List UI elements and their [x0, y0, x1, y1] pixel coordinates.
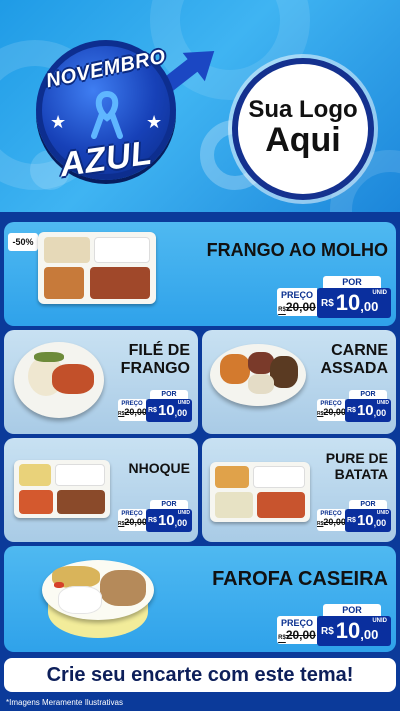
- price-decimal: ,00: [360, 298, 379, 314]
- currency: R$: [347, 407, 356, 414]
- old-price-value: R$20,00: [317, 407, 346, 417]
- product-title: NHOQUE: [128, 460, 190, 476]
- old-price: PREÇO R$20,00: [317, 399, 346, 421]
- price-decimal: ,00: [373, 407, 387, 418]
- price-integer: 10: [356, 512, 374, 529]
- price-por-label: POR: [323, 604, 381, 616]
- price-tag: POR PREÇO R$20,00 R$ 10 ,00 UNID: [317, 390, 391, 424]
- unit-label: UNID: [177, 400, 190, 406]
- product-title: CARNE ASSADA: [304, 342, 388, 379]
- unit-label: UNID: [372, 618, 387, 624]
- food-image-carne-assada: [210, 344, 306, 406]
- product-title: PURE DE BATATA: [306, 450, 388, 482]
- price-por-label: POR: [349, 390, 387, 399]
- novembro-azul-badge: ★ ★ NOVEMBRO AZUL: [36, 36, 226, 184]
- price-integer: 10: [335, 290, 361, 315]
- logo-line-1: Sua Logo: [248, 96, 358, 124]
- product-title-line-2: ASSADA: [320, 360, 388, 378]
- old-price-value: R$20,00: [118, 517, 147, 527]
- product-title-line-2: BATATA: [334, 466, 388, 483]
- food-image-pure-de-batata: [210, 462, 310, 522]
- product-title-line-1: PURE DE: [325, 450, 388, 466]
- old-price: PREÇO R$20,00: [277, 288, 317, 316]
- price-por-label: POR: [323, 276, 381, 288]
- new-price: R$ 10 ,00 UNID: [146, 509, 192, 532]
- logo-placeholder: Sua Logo Aqui: [232, 58, 374, 200]
- star-icon: ★: [146, 112, 163, 133]
- price-tag: POR PREÇO R$20,00 R$ 10 ,00 UNID: [277, 604, 391, 646]
- unit-label: UNID: [376, 510, 389, 516]
- cta-banner[interactable]: Crie seu encarte com este tema!: [4, 658, 396, 692]
- old-price: PREÇO R$20,00: [118, 509, 147, 531]
- old-price-label: PREÇO: [280, 290, 313, 300]
- discount-badge: -50%: [8, 233, 38, 251]
- disclaimer-text: *Imagens Meramente Ilustrativas: [6, 698, 123, 707]
- header-banner: ★ ★ NOVEMBRO AZUL Sua Logo Aqui: [0, 0, 400, 212]
- old-price-value: R$20,00: [278, 628, 316, 642]
- new-price: R$ 10 ,00 UNID: [317, 288, 391, 318]
- old-price-value: R$20,00: [278, 300, 316, 314]
- old-price: PREÇO R$20,00: [118, 399, 147, 421]
- star-icon: ★: [50, 112, 67, 133]
- old-price: PREÇO R$20,00: [317, 509, 346, 531]
- price-tag: POR PREÇO R$20,00 R$ 10 ,00 UNID: [277, 276, 391, 318]
- price-decimal: ,00: [174, 517, 188, 528]
- currency: R$: [148, 407, 157, 414]
- food-image-frango-ao-molho: [38, 232, 156, 304]
- price-integer: 10: [157, 512, 175, 529]
- price-por-label: POR: [150, 500, 188, 509]
- currency: R$: [321, 297, 334, 309]
- price-por-label: POR: [150, 390, 188, 399]
- price-decimal: ,00: [360, 626, 379, 642]
- product-title-line-2: FRANGO: [120, 360, 190, 378]
- price-por-label: POR: [349, 500, 387, 509]
- food-image-nhoque: [14, 460, 110, 518]
- new-price: R$ 10 ,00 UNID: [345, 509, 391, 532]
- price-integer: 10: [356, 402, 374, 419]
- price-decimal: ,00: [373, 517, 387, 528]
- new-price: R$ 10 ,00 UNID: [345, 399, 391, 422]
- old-price-label: PREÇO: [280, 618, 313, 628]
- unit-label: UNID: [177, 510, 190, 516]
- product-title: FILÉ DE FRANGO: [104, 342, 190, 379]
- unit-label: UNID: [376, 400, 389, 406]
- currency: R$: [321, 625, 334, 637]
- currency: R$: [148, 517, 157, 524]
- old-price-value: R$20,00: [317, 517, 346, 527]
- logo-line-2: Aqui: [265, 121, 341, 160]
- old-price-value: R$20,00: [118, 407, 147, 417]
- product-title: FRANGO AO MOLHO: [206, 240, 388, 260]
- price-tag: POR PREÇO R$20,00 R$ 10 ,00 UNID: [317, 500, 391, 534]
- old-price: PREÇO R$20,00: [277, 616, 317, 644]
- food-image-file-de-frango: [14, 342, 104, 418]
- currency: R$: [347, 517, 356, 524]
- new-price: R$ 10 ,00 UNID: [317, 616, 391, 646]
- product-title-line-1: CARNE: [331, 342, 388, 359]
- price-tag: POR PREÇO R$20,00 R$ 10 ,00 UNID: [118, 500, 192, 534]
- awareness-ribbon-icon: [91, 90, 123, 139]
- price-integer: 10: [157, 402, 175, 419]
- price-decimal: ,00: [174, 407, 188, 418]
- food-image-farofa-caseira: [42, 556, 154, 640]
- price-integer: 10: [335, 618, 361, 643]
- price-tag: POR PREÇO R$20,00 R$ 10 ,00 UNID: [118, 390, 192, 424]
- unit-label: UNID: [372, 290, 387, 296]
- product-title: FAROFA CASEIRA: [212, 568, 388, 590]
- new-price: R$ 10 ,00 UNID: [146, 399, 192, 422]
- product-title-line-1: FILÉ DE: [128, 342, 190, 359]
- divider: [0, 212, 400, 218]
